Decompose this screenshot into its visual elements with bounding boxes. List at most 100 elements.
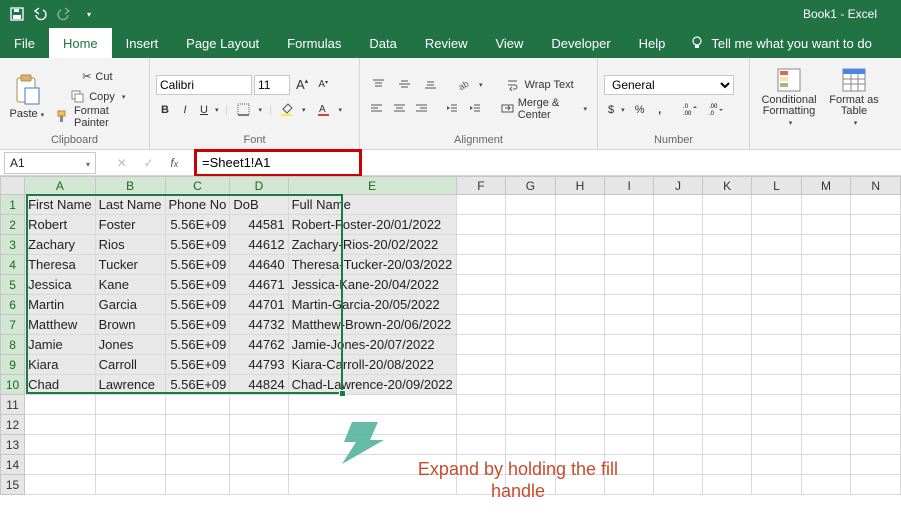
fx-icon[interactable]: fx bbox=[170, 156, 178, 170]
cell-M9[interactable] bbox=[801, 355, 851, 375]
cell-A3[interactable]: Zachary bbox=[25, 235, 96, 255]
cell-E4[interactable]: Theresa-Tucker-20/03/2022 bbox=[288, 255, 456, 275]
cell-I12[interactable] bbox=[605, 415, 654, 435]
cell-M7[interactable] bbox=[801, 315, 851, 335]
cell-M4[interactable] bbox=[801, 255, 851, 275]
col-header-A[interactable]: A bbox=[25, 177, 96, 195]
cell-B1[interactable]: Last Name bbox=[95, 195, 165, 215]
font-color-button[interactable]: A bbox=[312, 101, 347, 119]
cell-M2[interactable] bbox=[801, 215, 851, 235]
spreadsheet-grid[interactable]: ABCDEFGHIJKLMN1First NameLast NamePhone … bbox=[0, 176, 901, 495]
qat-customize-icon[interactable]: ▾ bbox=[78, 3, 100, 25]
cell-M11[interactable] bbox=[801, 395, 851, 415]
col-header-G[interactable]: G bbox=[506, 177, 556, 195]
cell-M6[interactable] bbox=[801, 295, 851, 315]
format-as-table-button[interactable]: Format as Table bbox=[826, 67, 882, 127]
col-header-F[interactable]: F bbox=[456, 177, 505, 195]
cell-K12[interactable] bbox=[702, 415, 751, 435]
cell-K1[interactable] bbox=[702, 195, 751, 215]
cell-I9[interactable] bbox=[605, 355, 654, 375]
cell-I10[interactable] bbox=[605, 375, 654, 395]
cell-J10[interactable] bbox=[653, 375, 702, 395]
cell-D15[interactable] bbox=[230, 475, 288, 495]
row-header-4[interactable]: 4 bbox=[1, 255, 25, 275]
cell-H10[interactable] bbox=[555, 375, 605, 395]
cell-N11[interactable] bbox=[851, 395, 901, 415]
cell-H6[interactable] bbox=[555, 295, 605, 315]
undo-icon[interactable] bbox=[30, 3, 52, 25]
cell-J3[interactable] bbox=[653, 235, 702, 255]
cell-F2[interactable] bbox=[456, 215, 505, 235]
cell-E5[interactable]: Jessica-Kane-20/04/2022 bbox=[288, 275, 456, 295]
cell-A6[interactable]: Martin bbox=[25, 295, 96, 315]
cell-B6[interactable]: Garcia bbox=[95, 295, 165, 315]
enter-formula-icon[interactable]: ✓ bbox=[144, 156, 154, 170]
tab-insert[interactable]: Insert bbox=[112, 28, 173, 58]
cell-F5[interactable] bbox=[456, 275, 505, 295]
cell-B10[interactable]: Lawrence bbox=[95, 375, 165, 395]
name-box-dropdown-icon[interactable] bbox=[86, 156, 90, 170]
tab-page-layout[interactable]: Page Layout bbox=[172, 28, 273, 58]
cell-J5[interactable] bbox=[653, 275, 702, 295]
cell-K5[interactable] bbox=[702, 275, 751, 295]
cell-K9[interactable] bbox=[702, 355, 751, 375]
cell-J8[interactable] bbox=[653, 335, 702, 355]
cell-K8[interactable] bbox=[702, 335, 751, 355]
cell-J4[interactable] bbox=[653, 255, 702, 275]
cell-K2[interactable] bbox=[702, 215, 751, 235]
cell-N8[interactable] bbox=[851, 335, 901, 355]
name-box[interactable]: A1 bbox=[4, 152, 96, 174]
cell-A11[interactable] bbox=[25, 395, 96, 415]
tell-me[interactable]: Tell me what you want to do bbox=[679, 28, 881, 58]
cell-B12[interactable] bbox=[95, 415, 165, 435]
cell-H12[interactable] bbox=[555, 415, 605, 435]
cell-J12[interactable] bbox=[653, 415, 702, 435]
cell-D3[interactable]: 44612 bbox=[230, 235, 288, 255]
cell-G2[interactable] bbox=[506, 215, 556, 235]
cell-E3[interactable]: Zachary-Rios-20/02/2022 bbox=[288, 235, 456, 255]
cell-B13[interactable] bbox=[95, 435, 165, 455]
cell-C12[interactable] bbox=[165, 415, 230, 435]
font-name-input[interactable] bbox=[156, 75, 252, 95]
cell-E10[interactable]: Chad-Lawrence-20/09/2022 bbox=[288, 375, 456, 395]
wrap-text-button[interactable]: Wrap Text bbox=[501, 76, 578, 94]
increase-indent-button[interactable] bbox=[464, 100, 485, 118]
cell-N7[interactable] bbox=[851, 315, 901, 335]
row-header-5[interactable]: 5 bbox=[1, 275, 25, 295]
align-middle-button[interactable] bbox=[392, 76, 416, 94]
cell-L3[interactable] bbox=[752, 235, 801, 255]
cell-I6[interactable] bbox=[605, 295, 654, 315]
save-icon[interactable] bbox=[6, 3, 28, 25]
cell-C2[interactable]: 5.56E+09 bbox=[165, 215, 230, 235]
tab-help[interactable]: Help bbox=[625, 28, 680, 58]
cell-M3[interactable] bbox=[801, 235, 851, 255]
col-header-C[interactable]: C bbox=[165, 177, 230, 195]
cell-B3[interactable]: Rios bbox=[95, 235, 165, 255]
cell-H5[interactable] bbox=[555, 275, 605, 295]
cell-A2[interactable]: Robert bbox=[25, 215, 96, 235]
cell-N6[interactable] bbox=[851, 295, 901, 315]
cell-C7[interactable]: 5.56E+09 bbox=[165, 315, 230, 335]
tab-data[interactable]: Data bbox=[355, 28, 410, 58]
cell-A5[interactable]: Jessica bbox=[25, 275, 96, 295]
cell-L10[interactable] bbox=[752, 375, 801, 395]
cell-G10[interactable] bbox=[506, 375, 556, 395]
align-top-button[interactable] bbox=[366, 76, 390, 94]
cell-H13[interactable] bbox=[555, 435, 605, 455]
row-header-10[interactable]: 10 bbox=[1, 375, 25, 395]
cell-N3[interactable] bbox=[851, 235, 901, 255]
borders-button[interactable] bbox=[231, 101, 266, 119]
orientation-button[interactable]: ab bbox=[452, 76, 487, 94]
cell-A12[interactable] bbox=[25, 415, 96, 435]
cell-G7[interactable] bbox=[506, 315, 556, 335]
cell-G6[interactable] bbox=[506, 295, 556, 315]
cell-K3[interactable] bbox=[702, 235, 751, 255]
cell-N9[interactable] bbox=[851, 355, 901, 375]
cut-button[interactable]: ✂Cut bbox=[52, 68, 143, 86]
cell-B9[interactable]: Carroll bbox=[95, 355, 165, 375]
cell-D5[interactable]: 44671 bbox=[230, 275, 288, 295]
col-header-M[interactable]: M bbox=[801, 177, 851, 195]
cell-I13[interactable] bbox=[605, 435, 654, 455]
cell-D7[interactable]: 44732 bbox=[230, 315, 288, 335]
cell-B14[interactable] bbox=[95, 455, 165, 475]
